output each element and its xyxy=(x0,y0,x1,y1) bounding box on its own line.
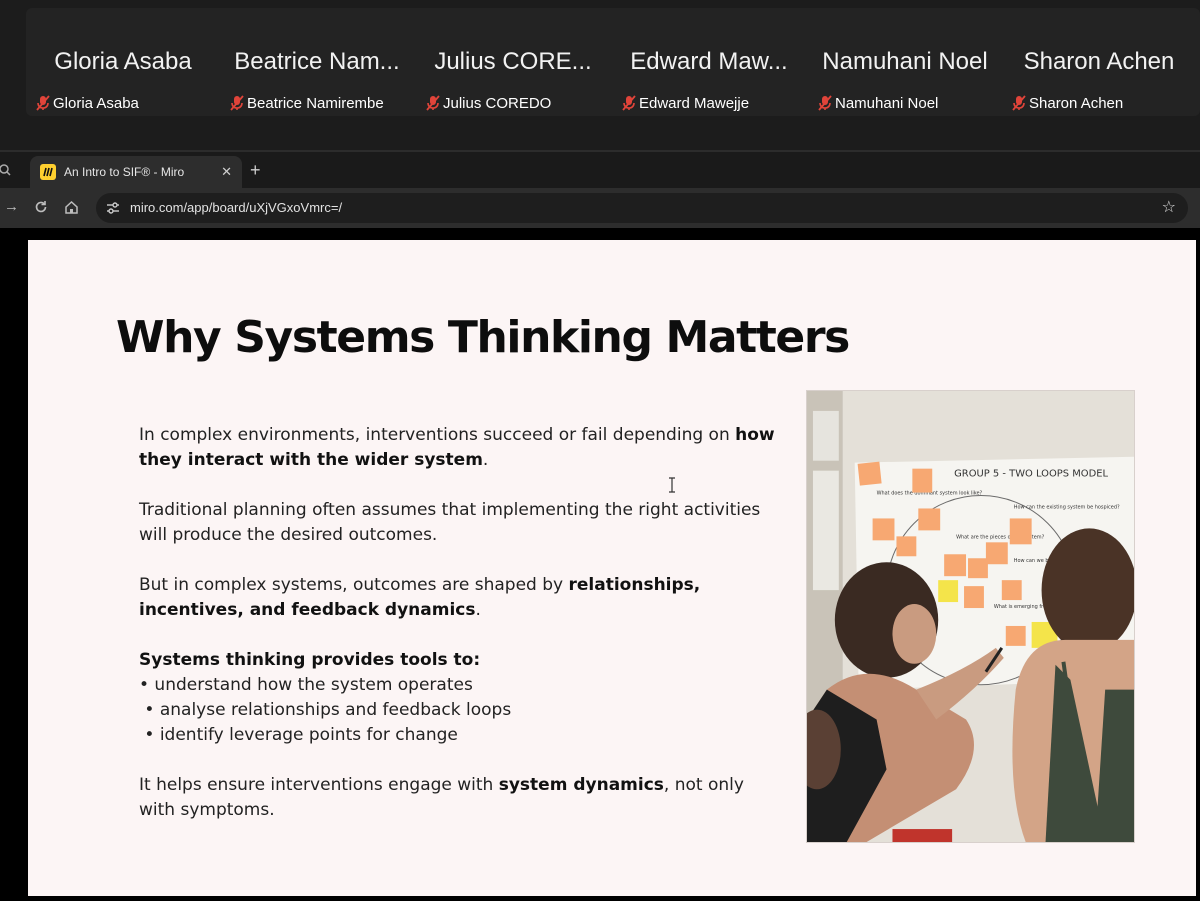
bullet-item: • identify leverage points for change xyxy=(139,725,458,745)
participant-label: Sharon Achen xyxy=(1012,92,1123,114)
browser-toolbar: → miro.com/app/board/uXjVGxoVmrc=/ ☆ xyxy=(0,188,1200,228)
mic-muted-icon xyxy=(1012,95,1026,111)
browser-window: An Intro to SIF® - Miro ✕ + → miro.com/a… xyxy=(0,150,1200,228)
paragraph-bold: system dynamics xyxy=(498,775,664,795)
participant-label-text: Julius COREDO xyxy=(443,94,552,112)
participant-display-name: Beatrice Nam... xyxy=(234,48,400,75)
paragraph-intro: In complex environments, interventions s… xyxy=(139,423,779,473)
paragraph-text: In complex environments, interventions s… xyxy=(139,425,736,445)
bookmark-star-icon[interactable]: ☆ xyxy=(1162,197,1176,217)
participant-display-name: Julius CORE... xyxy=(434,48,592,75)
participant-tile[interactable]: Sharon Achen Sharon Achen xyxy=(1004,8,1194,116)
text-cursor-icon xyxy=(669,477,675,493)
participant-label: Namuhani Noel xyxy=(818,92,938,114)
new-tab-icon[interactable]: + xyxy=(250,160,261,181)
participant-label: Beatrice Namirembe xyxy=(230,92,384,114)
paragraph-conclusion: It helps ensure interventions engage wit… xyxy=(139,773,779,823)
tools-heading: Systems thinking provides tools to: xyxy=(139,650,481,670)
paragraph-text: But in complex systems, outcomes are sha… xyxy=(139,575,569,595)
mic-muted-icon xyxy=(230,95,244,111)
participant-label-text: Namuhani Noel xyxy=(835,94,939,112)
participant-display-name: Edward Maw... xyxy=(630,48,788,75)
poster-question: How can the existing system be hospiced? xyxy=(1014,504,1120,510)
mic-muted-icon xyxy=(622,95,636,111)
slide-body: In complex environments, interventions s… xyxy=(139,423,779,848)
participant-label: Gloria Asaba xyxy=(36,92,139,114)
workshop-photo: GROUP 5 - TWO LOOPS MODEL What does the … xyxy=(806,390,1135,843)
presentation-slide: Why Systems Thinking Matters In complex … xyxy=(28,240,1196,896)
mic-muted-icon xyxy=(818,95,832,111)
participant-label-text: Gloria Asaba xyxy=(53,94,139,112)
tab-title: An Intro to SIF® - Miro xyxy=(64,165,185,179)
participant-display-name: Gloria Asaba xyxy=(54,48,192,75)
site-settings-icon[interactable] xyxy=(106,201,120,215)
participant-label-text: Beatrice Namirembe xyxy=(247,94,384,112)
participant-panel: Gloria Asaba Gloria Asaba Beatrice Nam..… xyxy=(26,8,1200,116)
tools-block: Systems thinking provides tools to: • un… xyxy=(139,648,779,748)
forward-icon[interactable]: → xyxy=(4,198,19,215)
mic-muted-icon xyxy=(36,95,50,111)
address-bar[interactable]: miro.com/app/board/uXjVGxoVmrc=/ ☆ xyxy=(96,193,1188,223)
slide-title: Why Systems Thinking Matters xyxy=(116,312,850,363)
participant-label-text: Edward Mawejje xyxy=(639,94,750,112)
participant-tile[interactable]: Gloria Asaba Gloria Asaba xyxy=(28,8,218,116)
home-icon[interactable] xyxy=(64,200,79,214)
paragraph-traditional: Traditional planning often assumes that … xyxy=(139,500,761,545)
tab-miro-board[interactable]: An Intro to SIF® - Miro ✕ xyxy=(30,156,242,188)
mic-muted-icon xyxy=(426,95,440,111)
participant-label: Edward Mawejje xyxy=(622,92,749,114)
bullet-item: • analyse relationships and feedback loo… xyxy=(139,700,512,720)
participant-display-name: Namuhani Noel xyxy=(822,48,988,75)
participant-label-text: Sharon Achen xyxy=(1029,94,1124,112)
participant-strip: Gloria Asaba Gloria Asaba Beatrice Nam..… xyxy=(0,0,1200,150)
participant-label: Julius COREDO xyxy=(426,92,551,114)
participant-tile[interactable]: Edward Maw... Edward Mawejje xyxy=(614,8,804,116)
participant-display-name: Sharon Achen xyxy=(1023,48,1175,75)
miro-favicon-icon xyxy=(40,164,56,180)
poster-title: GROUP 5 - TWO LOOPS MODEL xyxy=(954,469,1108,480)
bullet-item: • understand how the system operates xyxy=(139,675,473,695)
url-text: miro.com/app/board/uXjVGxoVmrc=/ xyxy=(130,200,343,215)
tab-search-icon[interactable] xyxy=(0,162,14,178)
paragraph-end: . xyxy=(482,450,489,470)
participant-tile[interactable]: Beatrice Nam... Beatrice Namirembe xyxy=(222,8,412,116)
tab-strip: An Intro to SIF® - Miro ✕ + xyxy=(0,152,1200,188)
participant-tile[interactable]: Julius CORE... Julius COREDO xyxy=(418,8,608,116)
paragraph-text: It helps ensure interventions engage wit… xyxy=(139,775,499,795)
tab-close-icon[interactable]: ✕ xyxy=(221,164,232,180)
reload-icon[interactable] xyxy=(34,200,48,214)
paragraph-complex: But in complex systems, outcomes are sha… xyxy=(139,573,779,623)
paragraph-end: . xyxy=(475,600,481,620)
participant-tile[interactable]: Namuhani Noel Namuhani Noel xyxy=(810,8,1000,116)
